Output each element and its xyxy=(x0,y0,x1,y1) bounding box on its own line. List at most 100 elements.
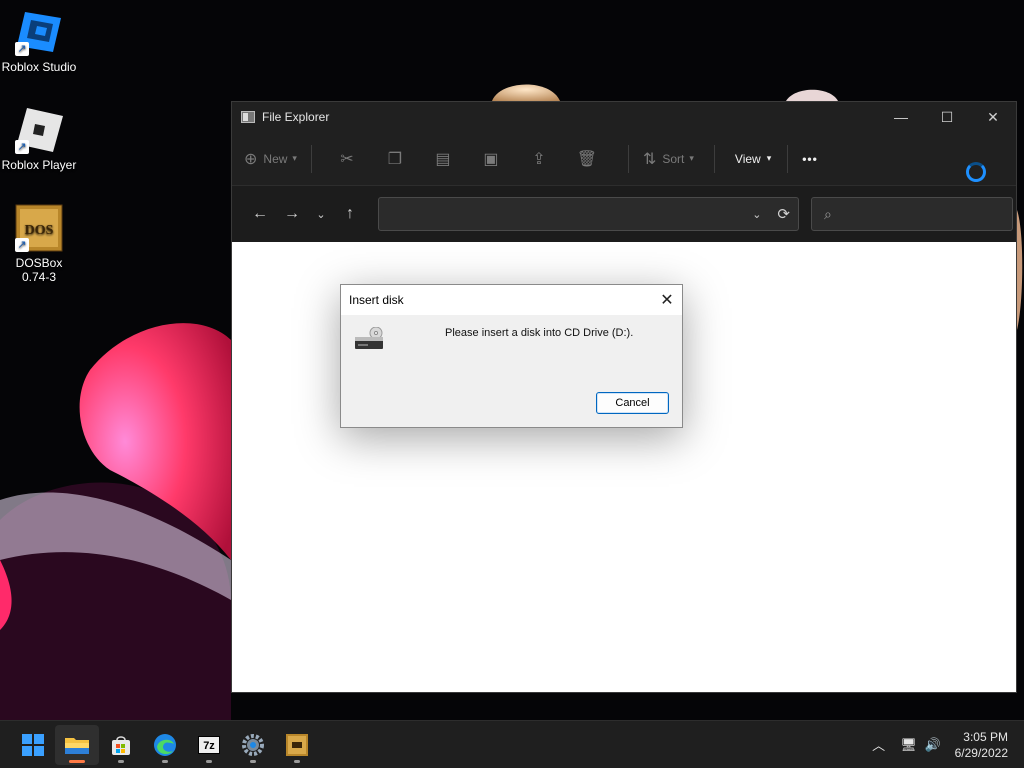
svg-text:DOS: DOS xyxy=(25,223,54,238)
chevron-up-icon[interactable]: ︿ xyxy=(867,735,891,754)
back-button[interactable]: ← xyxy=(244,205,276,223)
dialog-close-button[interactable]: ✕ xyxy=(652,290,682,310)
share-button[interactable]: ⇪ xyxy=(518,143,566,175)
running-indicator xyxy=(118,759,124,763)
store-icon xyxy=(112,735,130,755)
volume-icon[interactable]: 🔊 xyxy=(921,737,945,753)
forward-button[interactable]: → xyxy=(276,205,308,223)
explorer-titlebar[interactable]: File Explorer — ☐ ✕ xyxy=(232,102,1016,132)
clock[interactable]: 3:05 PM 6/29/2022 xyxy=(955,729,1008,761)
separator xyxy=(627,144,629,173)
close-button[interactable]: ✕ xyxy=(970,102,1016,132)
share-icon: ⇪ xyxy=(532,150,546,168)
taskbar-dosbox[interactable] xyxy=(275,725,319,765)
window-title: File Explorer xyxy=(262,110,330,124)
search-box[interactable]: ⌕ xyxy=(811,197,1013,231)
refresh-icon[interactable]: ⟳ xyxy=(777,205,790,223)
dosbox-icon: DOS ↗ xyxy=(15,204,63,252)
desktop-icon-roblox-player[interactable]: ↗ Roblox Player xyxy=(0,106,78,172)
arrow-up-icon: ↑ xyxy=(346,205,354,222)
view-label: View xyxy=(734,151,761,166)
new-button[interactable]: ⊕ New ▾ xyxy=(244,143,297,175)
scissors-icon: ✂ xyxy=(340,150,354,168)
shortcut-arrow-icon: ↗ xyxy=(15,140,29,154)
arrow-right-icon: → xyxy=(284,205,300,222)
network-icon[interactable]: 🖥 xyxy=(897,737,921,753)
roblox-player-icon: ↗ xyxy=(15,106,63,154)
paste-button[interactable]: ▤ xyxy=(422,143,470,175)
separator xyxy=(713,144,715,173)
desktop-icon-dosbox[interactable]: DOS ↗ DOSBox 0.74-3 xyxy=(0,204,78,284)
more-options-button[interactable]: ••• xyxy=(802,143,818,175)
clock-date: 6/29/2022 xyxy=(954,745,1008,760)
system-tray: ︿ 🖥 🔊 3:05 PM 6/29/2022 xyxy=(867,729,1024,761)
taskbar: 7z ︿ 🖥 🔊 3:05 PM 6/29/2022 xyxy=(0,720,1024,768)
cancel-button[interactable]: Cancel xyxy=(596,392,669,414)
loading-spinner-icon xyxy=(966,162,986,182)
edge-icon xyxy=(154,733,176,756)
chevron-down-icon[interactable]: ⌄ xyxy=(752,208,761,221)
recent-locations-button[interactable]: ⌄ xyxy=(308,208,334,221)
chevron-down-icon: ▾ xyxy=(292,153,297,163)
shortcut-arrow-icon: ↗ xyxy=(15,42,29,56)
desktop-icon-label: Roblox Player xyxy=(1,158,77,172)
dosbox-icon xyxy=(286,733,308,756)
desktop-icon-label: DOSBox 0.74-3 xyxy=(15,256,63,284)
taskbar-microsoft-store[interactable] xyxy=(99,725,143,765)
new-label: New xyxy=(263,151,288,166)
file-explorer-icon xyxy=(241,111,255,123)
dialog-message: Please insert a disk into CD Drive (D:). xyxy=(445,327,634,339)
gear-icon xyxy=(242,733,264,756)
minimize-button[interactable]: — xyxy=(878,102,924,132)
roblox-studio-icon: ↗ xyxy=(15,8,63,56)
plus-circle-icon: ⊕ xyxy=(244,150,258,168)
separator xyxy=(310,144,312,173)
shortcut-arrow-icon: ↗ xyxy=(15,238,29,252)
running-indicator xyxy=(162,759,168,763)
taskbar-file-explorer[interactable] xyxy=(55,724,99,765)
7zip-icon: 7z xyxy=(198,735,220,754)
sort-button[interactable]: ⇅ Sort ▾ xyxy=(643,143,694,175)
arrow-left-icon: ← xyxy=(252,205,268,222)
clipboard-icon: ▤ xyxy=(435,150,451,168)
navigation-row: ← → ⌄ ↑ ⌄ ⟳ ⌕ xyxy=(232,186,1016,242)
windows-logo-icon xyxy=(22,733,44,756)
rename-icon: ▣ xyxy=(483,150,499,168)
chevron-down-icon: ⌄ xyxy=(316,208,326,221)
dialog-body: Please insert a disk into CD Drive (D:).… xyxy=(341,315,682,428)
taskbar-settings[interactable] xyxy=(231,725,275,765)
view-button[interactable]: View ▾ xyxy=(735,143,771,175)
trash-icon: 🗑 xyxy=(576,150,598,168)
desktop-icon-label: Roblox Studio xyxy=(1,60,77,74)
dialog-titlebar[interactable]: Insert disk ✕ xyxy=(341,285,682,315)
active-indicator xyxy=(69,759,85,763)
dialog-title: Insert disk xyxy=(349,293,404,307)
address-bar[interactable]: ⌄ ⟳ xyxy=(378,197,799,231)
copy-button[interactable]: ❐ xyxy=(374,143,422,175)
clock-time: 3:05 PM xyxy=(963,729,1008,744)
chevron-down-icon: ▾ xyxy=(766,153,772,163)
maximize-button[interactable]: ☐ xyxy=(924,102,970,132)
separator xyxy=(787,144,789,173)
search-icon: ⌕ xyxy=(824,205,832,222)
cd-drive-icon xyxy=(355,327,383,349)
taskbar-7zip[interactable]: 7z xyxy=(187,725,231,765)
chevron-down-icon: ▾ xyxy=(689,153,694,163)
command-bar: ⊕ New ▾ ✂ ❐ ▤ ▣ ⇪ 🗑 ⇅ Sort ▾ View ▾ ••• xyxy=(232,132,1016,186)
start-button[interactable] xyxy=(11,725,55,765)
more-icon: ••• xyxy=(802,151,818,166)
sort-icon: ⇅ xyxy=(642,150,657,168)
taskbar-edge[interactable] xyxy=(143,725,187,765)
running-indicator xyxy=(294,759,300,763)
running-indicator xyxy=(206,759,212,763)
sort-label: Sort xyxy=(662,151,685,166)
rename-button[interactable]: ▣ xyxy=(470,143,518,175)
delete-button[interactable]: 🗑 xyxy=(566,143,614,175)
running-indicator xyxy=(250,759,256,763)
up-button[interactable]: ↑ xyxy=(334,205,366,223)
folder-icon xyxy=(65,737,89,754)
copy-icon: ❐ xyxy=(387,150,403,168)
cut-button[interactable]: ✂ xyxy=(326,143,374,175)
desktop-icon-roblox-studio[interactable]: ↗ Roblox Studio xyxy=(0,8,78,74)
insert-disk-dialog[interactable]: Insert disk ✕ Please insert a disk into … xyxy=(340,284,683,428)
